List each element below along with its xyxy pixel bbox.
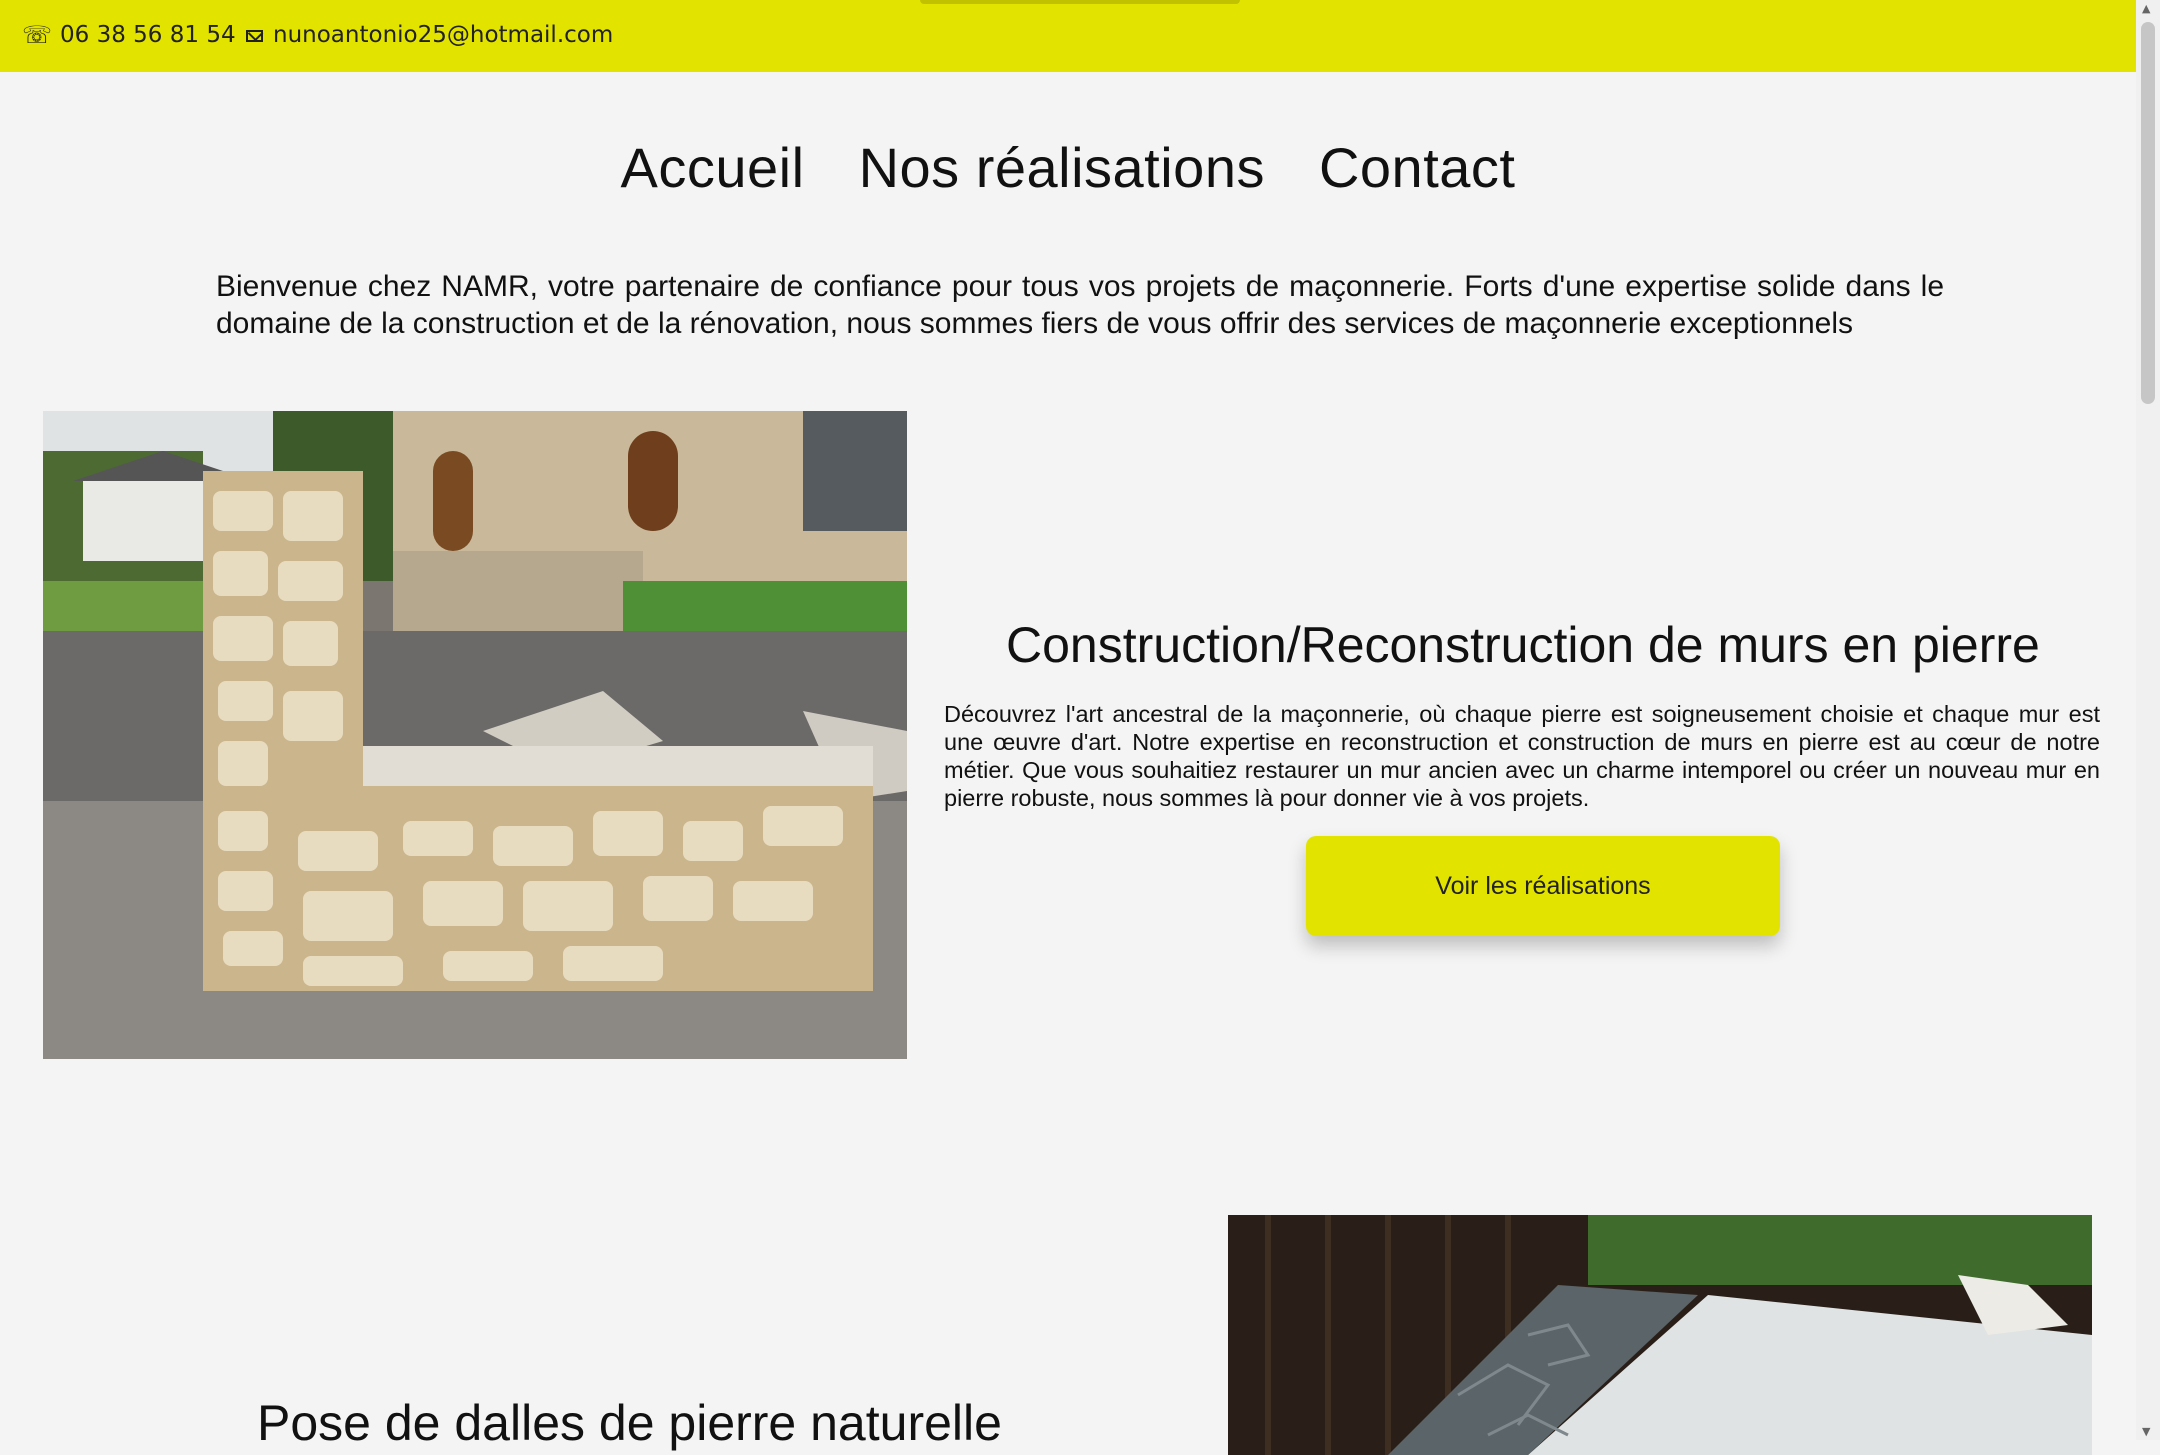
section-text-murs: Découvrez l'art ancestral de la maçonner…: [944, 701, 2100, 811]
voir-realisations-button[interactable]: Voir les réalisations: [1306, 836, 1780, 936]
mail-icon: [246, 30, 263, 42]
contact-bar: ☏ 06 38 56 81 54 nunoantonio25@hotmail.c…: [0, 0, 2136, 72]
nav-link-realisations[interactable]: Nos réalisations: [859, 135, 1265, 200]
phone-number[interactable]: 06 38 56 81 54: [60, 22, 236, 48]
nav-link-contact[interactable]: Contact: [1319, 135, 1516, 200]
scroll-up-icon[interactable]: ▲: [2142, 2, 2150, 15]
scroll-thumb[interactable]: [2141, 22, 2155, 404]
section-title-murs: Construction/Reconstruction de murs en p…: [1006, 617, 2040, 673]
top-notch: [920, 0, 1240, 4]
main-nav: Accueil Nos réalisations Contact: [0, 135, 2136, 200]
phone-icon: ☏: [22, 21, 53, 49]
stone-paving-photo: [1228, 1215, 2092, 1455]
intro-text: Bienvenue chez NAMR, votre partenaire de…: [216, 270, 1944, 340]
section-title-dalles: Pose de dalles de pierre naturelle: [257, 1395, 1002, 1451]
page-scrollbar[interactable]: ▲ ▼: [2136, 0, 2160, 1440]
scroll-down-icon[interactable]: ▼: [2142, 1425, 2150, 1438]
nav-link-accueil[interactable]: Accueil: [621, 135, 805, 200]
email-contact[interactable]: nunoantonio25@hotmail.com: [246, 22, 613, 48]
phone-contact[interactable]: ☏ 06 38 56 81 54: [22, 22, 236, 48]
email-address[interactable]: nunoantonio25@hotmail.com: [273, 22, 613, 48]
stone-wall-photo: [43, 411, 907, 1059]
